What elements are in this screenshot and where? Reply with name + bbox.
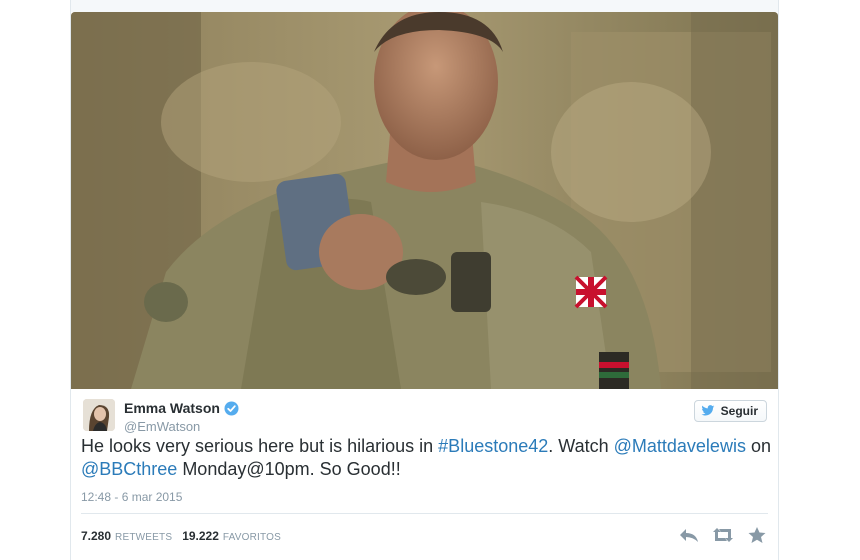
avatar[interactable]: [83, 399, 115, 431]
tweet-text-part: He looks very serious here but is hilari…: [81, 436, 439, 456]
photo-illustration: [71, 12, 778, 389]
reply-icon[interactable]: [678, 526, 700, 544]
tweet-text-part: . Watch: [548, 436, 614, 456]
tweet-photo[interactable]: [71, 12, 778, 389]
tweet-card: Emma Watson @EmWatson Seguir He looks ve…: [70, 0, 779, 560]
tweet-stats: 7.280 RETWEETS 19.222 FAVORITOS: [81, 529, 291, 543]
verified-badge-icon: [224, 401, 239, 416]
timestamp[interactable]: 12:48 - 6 mar 2015: [81, 490, 182, 504]
favorites-label: FAVORITOS: [222, 532, 282, 543]
divider: [81, 513, 768, 514]
follow-label: Seguir: [720, 404, 758, 418]
hashtag-link[interactable]: #Bluestone42: [438, 436, 548, 456]
retweet-icon[interactable]: [712, 526, 734, 544]
twitter-bird-icon: [701, 405, 715, 416]
display-name[interactable]: Emma Watson: [124, 400, 220, 416]
tweet-body: Emma Watson @EmWatson Seguir He looks ve…: [71, 389, 778, 560]
favorite-star-icon[interactable]: [746, 526, 768, 544]
card-top-strip: [71, 0, 778, 12]
favorites-count[interactable]: 19.222: [182, 529, 219, 543]
avatar-image: [83, 399, 115, 431]
tweet-actions: [666, 526, 768, 544]
retweets-label: RETWEETS: [115, 532, 173, 543]
mention-link[interactable]: @Mattdavelewis: [614, 436, 746, 456]
tweet-text-part: Monday@10pm. So Good!!: [177, 459, 401, 479]
mention-link[interactable]: @BBCthree: [81, 459, 177, 479]
screen-name[interactable]: @EmWatson: [124, 419, 200, 434]
retweets-count[interactable]: 7.280: [81, 529, 111, 543]
name-row: Emma Watson: [124, 399, 239, 417]
follow-button[interactable]: Seguir: [693, 400, 767, 422]
tweet-text: He looks very serious here but is hilari…: [81, 435, 771, 481]
tweet-text-part: on: [745, 436, 771, 456]
